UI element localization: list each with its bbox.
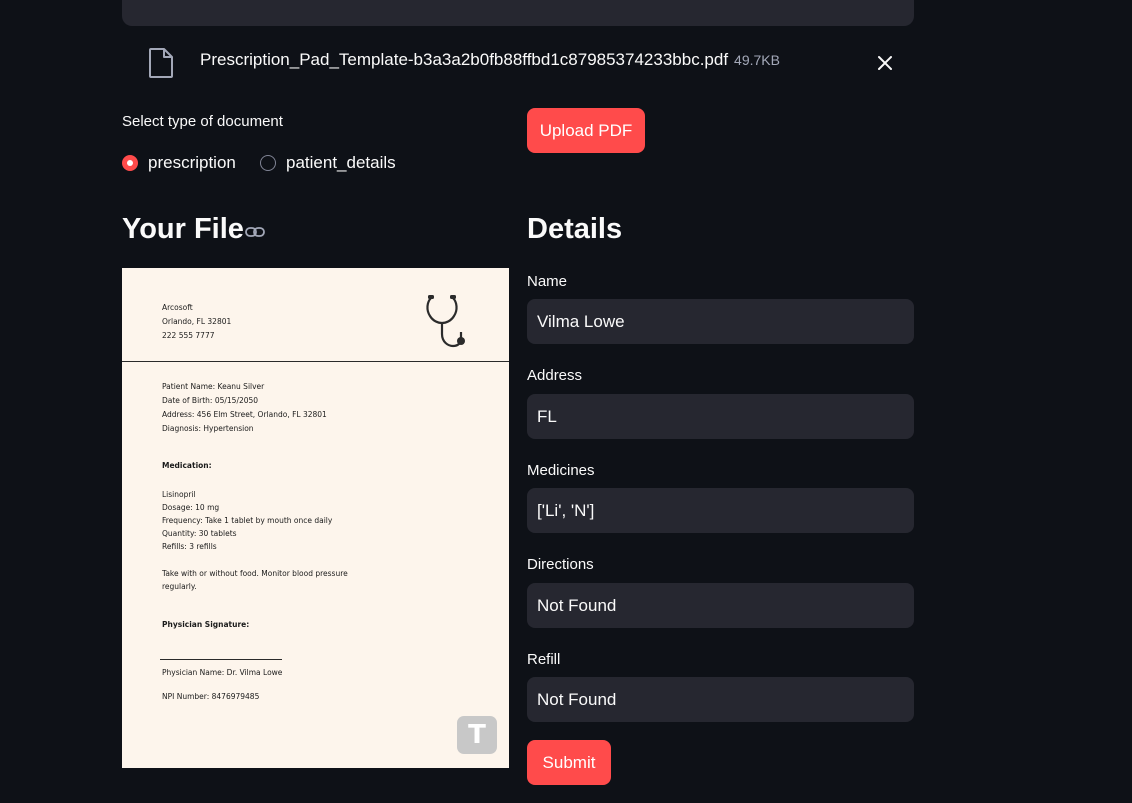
pdf-preview: Arcosoft Orlando, FL 32801 222 555 7777 …: [122, 268, 509, 768]
uploaded-file-row: Prescription_Pad_Template-b3a3a2b0fb88ff…: [200, 50, 780, 70]
details-heading: Details: [527, 213, 623, 245]
document-type-label: Select type of document: [122, 113, 283, 130]
pdf-npi-number: NPI Number: 8476979485: [162, 692, 260, 701]
anchor-link-icon[interactable]: [245, 225, 265, 239]
remove-file-close-icon[interactable]: [874, 52, 896, 74]
medicines-label: Medicines: [527, 462, 595, 479]
watermark-letter: T: [468, 720, 486, 750]
radio-selected-icon[interactable]: [122, 155, 138, 171]
refill-input[interactable]: [527, 677, 914, 722]
pdf-patient-dob: Date of Birth: 05/15/2050: [162, 396, 259, 405]
pdf-clinic-name: Arcosoft: [162, 303, 193, 312]
radio-patient-details[interactable]: patient_details: [260, 151, 396, 175]
uploaded-file-size: 49.7KB: [734, 52, 780, 68]
submit-button[interactable]: Submit: [527, 740, 611, 785]
pdf-medication-heading: Medication:: [162, 461, 212, 470]
pdf-med-quantity: Quantity: 30 tablets: [162, 529, 237, 538]
pdf-physician-name: Physician Name: Dr. Vilma Lowe: [162, 668, 283, 677]
uploaded-file-name: Prescription_Pad_Template-b3a3a2b0fb88ff…: [200, 50, 729, 69]
radio-prescription-label: prescription: [148, 153, 236, 172]
directions-input[interactable]: [527, 583, 914, 628]
pdf-med-dosage: Dosage: 10 mg: [162, 503, 220, 512]
file-uploader-dropzone[interactable]: [122, 0, 914, 26]
your-file-heading: Your File: [122, 213, 244, 245]
watermark-logo: T: [457, 716, 497, 754]
pdf-patient-name: Patient Name: Keanu Silver: [162, 382, 265, 391]
name-input[interactable]: [527, 299, 914, 344]
file-icon: [149, 48, 173, 78]
pdf-signature-heading: Physician Signature:: [162, 620, 250, 629]
radio-prescription[interactable]: prescription: [122, 151, 236, 175]
pdf-signature-line: [160, 659, 282, 660]
pdf-patient-address: Address: 456 Elm Street, Orlando, FL 328…: [162, 410, 327, 419]
name-label: Name: [527, 273, 568, 290]
directions-label: Directions: [527, 556, 594, 573]
upload-pdf-button[interactable]: Upload PDF: [527, 108, 645, 153]
address-input[interactable]: [527, 394, 914, 439]
medicines-input[interactable]: [527, 488, 914, 533]
pdf-med-frequency: Frequency: Take 1 tablet by mouth once d…: [162, 516, 333, 525]
pdf-header-divider: [122, 361, 509, 362]
pdf-clinic-phone: 222 555 7777: [162, 331, 215, 340]
refill-label: Refill: [527, 651, 561, 668]
radio-unselected-icon[interactable]: [260, 155, 276, 171]
pdf-med-name: Lisinopril: [162, 490, 196, 499]
radio-patient-details-label: patient_details: [286, 153, 396, 172]
address-label: Address: [527, 367, 583, 384]
pdf-note-line-1: Take with or without food. Monitor blood…: [162, 569, 348, 578]
pdf-med-refills: Refills: 3 refills: [162, 542, 217, 551]
pdf-note-line-2: regularly.: [162, 582, 197, 591]
pdf-clinic-city: Orlando, FL 32801: [162, 317, 232, 326]
stethoscope-icon: [426, 295, 465, 348]
pdf-patient-diagnosis: Diagnosis: Hypertension: [162, 424, 254, 433]
